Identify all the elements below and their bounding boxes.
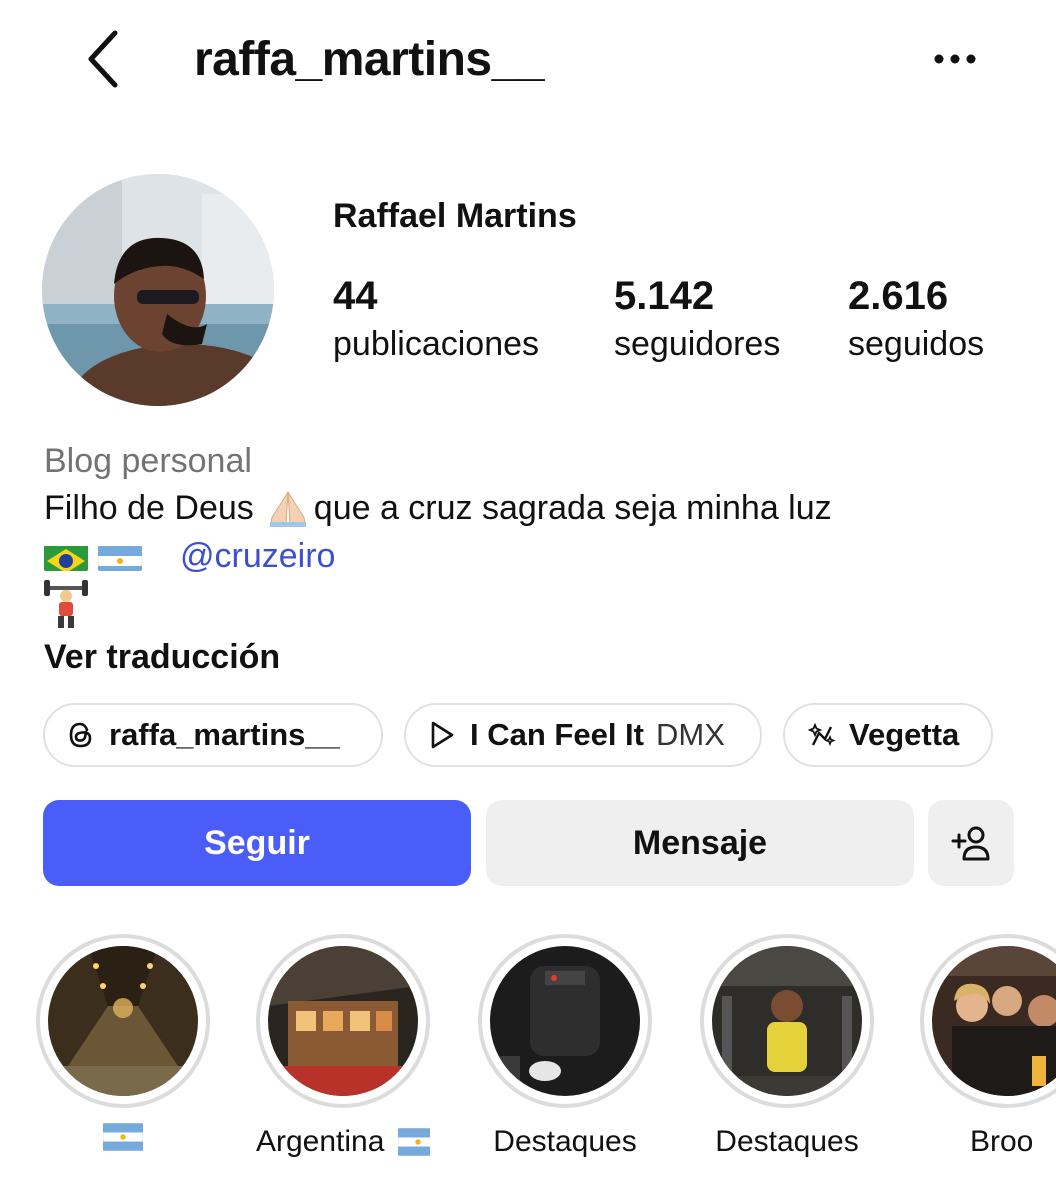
argentina-flag-icon [101,1122,145,1152]
ellipsis-icon [934,54,976,64]
highlight-label: Broo [920,1122,1056,1162]
avatar-sticker-chip[interactable]: Vegetta [783,703,993,767]
praying-hands-icon [269,491,306,527]
highlight-label-text: Destaques [715,1125,859,1158]
music-chip-artist: DMX [655,717,725,752]
highlight-item[interactable]: Destaques [478,934,652,1162]
threads-icon [65,719,97,751]
highlight-item[interactable]: Argentina [256,934,430,1162]
highlight-ring [700,934,874,1108]
stat-posts-count: 44 [333,274,378,318]
stat-following-label: seguidos [848,325,985,363]
bio-text-end: que a cruz sagrada seja minha luz [313,489,832,527]
stat-followers[interactable]: 5.142 seguidores [614,272,780,368]
highlight-ring [920,934,1056,1108]
profile-header: raffa_martins__ [0,0,1056,120]
music-chip-title: I Can Feel It [470,717,644,752]
suggest-users-button[interactable] [928,800,1014,886]
bio-line-1: Filho de Deus que a cruz sagrada seja mi… [44,484,1024,532]
see-translation-link[interactable]: Ver traducción [44,632,1024,682]
highlight-cover-friends [932,946,1056,1096]
back-button[interactable] [78,28,128,90]
avatar-image [42,174,274,406]
sparkle-icon [805,719,837,751]
stat-followers-count: 5.142 [614,274,715,318]
highlight-item[interactable]: Destaques [700,934,874,1162]
profile-bio: Blog personal Filho de Deus que a cruz s… [44,438,1024,682]
highlight-label: Argentina [256,1122,430,1162]
highlight-label: Destaques [478,1122,652,1162]
follow-button[interactable]: Seguir [43,800,471,886]
more-options-button[interactable] [924,36,986,82]
highlight-cover-mall [268,946,418,1096]
bio-mention-link[interactable]: @cruzeiro [180,532,335,580]
highlight-item[interactable]: Broo [920,934,1056,1162]
chevron-left-icon [88,30,118,88]
avatar-chip-label: Vegetta [849,717,960,752]
bio-text-start: Filho de Deus [44,489,254,527]
threads-profile-chip[interactable]: raffa_martins__ [43,703,383,767]
highlight-cover-gym [712,946,862,1096]
weightlifter-icon [44,580,88,628]
highlight-cover-car [490,946,640,1096]
stat-following-count: 2.616 [848,274,949,318]
highlight-ring [36,934,210,1108]
threads-chip-label: raffa_martins__ [109,717,340,752]
highlight-item[interactable] [36,934,210,1152]
argentina-flag-icon [98,541,142,571]
profile-full-name: Raffael Martins [333,197,577,235]
stat-followers-label: seguidores [614,325,781,363]
highlight-label-text: Broo [970,1125,1034,1158]
play-icon [426,719,458,751]
argentina-flag-icon [398,1127,430,1157]
profile-username: raffa_martins__ [194,33,545,86]
highlight-cover-tunnel [48,946,198,1096]
stat-posts[interactable]: 44 publicaciones [333,272,539,368]
stat-posts-label: publicaciones [333,325,540,363]
profile-category: Blog personal [44,442,252,480]
stat-following[interactable]: 2.616 seguidos [848,272,984,368]
profile-avatar[interactable] [42,174,274,406]
highlight-label-text: Destaques [493,1125,637,1158]
add-user-icon [951,826,990,861]
music-chip[interactable]: I Can Feel It DMX [404,703,762,767]
brazil-flag-icon [44,541,88,571]
bio-line-3 [44,580,1024,628]
message-button[interactable]: Mensaje [486,800,914,886]
highlight-ring [478,934,652,1108]
highlight-label: Destaques [700,1122,874,1162]
highlight-ring [256,934,430,1108]
highlight-label-text: Argentina [256,1125,385,1158]
bio-line-2: @cruzeiro [44,532,1024,580]
highlight-label [36,1122,210,1152]
